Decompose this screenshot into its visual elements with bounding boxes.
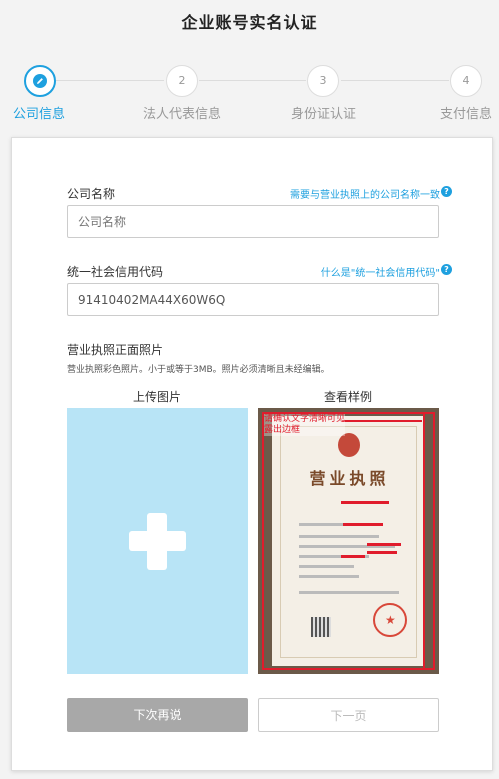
license-section-title: 营业执照正面照片 (67, 343, 164, 357)
next-page-button[interactable]: 下一页 (258, 698, 439, 732)
pencil-icon (33, 74, 47, 88)
step-3-circle[interactable]: 3 (307, 65, 339, 97)
step-connector (199, 80, 306, 81)
progress-stepper: 2 3 4 公司信息 法人代表信息 身份证认证 支付信息 (0, 63, 499, 123)
step-1-circle[interactable] (24, 65, 56, 97)
page-title: 企业账号实名认证 (181, 13, 318, 32)
credit-code-label: 统一社会信用代码 (67, 265, 164, 279)
step-2-circle[interactable]: 2 (166, 65, 198, 97)
arrow-icon (342, 420, 422, 422)
company-name-input[interactable] (67, 205, 439, 238)
company-name-label: 公司名称 (67, 187, 116, 201)
step-4-circle[interactable]: 4 (450, 65, 482, 97)
credit-code-input[interactable] (67, 283, 439, 316)
step-connector (56, 80, 164, 81)
step-1-label[interactable]: 公司信息 (13, 103, 65, 122)
sample-note: 请确认文字清晰可见 露出边框 (264, 414, 346, 436)
company-name-help-link[interactable]: 需要与营业执照上的公司名称一致 (290, 186, 440, 201)
step-2-label[interactable]: 法人代表信息 (143, 103, 221, 122)
step-connector (341, 80, 449, 81)
step-4-label[interactable]: 支付信息 (440, 103, 492, 122)
plus-icon (129, 531, 186, 551)
license-upload-area[interactable] (67, 408, 248, 674)
question-icon[interactable]: ? (441, 264, 452, 275)
sample-license-image[interactable]: 营业执照 ★ 请确认文字清晰可见 露出边框 (258, 408, 439, 674)
company-info-card: 公司名称 需要与营业执照上的公司名称一致 ? 统一社会信用代码 什么是"统一社会… (11, 137, 493, 771)
upload-column-title: 上传图片 (132, 390, 181, 404)
step-3-label[interactable]: 身份证认证 (291, 103, 356, 122)
question-icon[interactable]: ? (441, 186, 452, 197)
sample-column-title[interactable]: 查看样例 (258, 388, 438, 405)
credit-code-help-link[interactable]: 什么是"统一社会信用代码" (321, 264, 440, 279)
license-section-desc: 营业执照彩色照片。小于或等于3MB。照片必须清晰且未经编辑。 (67, 365, 330, 375)
later-button[interactable]: 下次再说 (67, 698, 248, 732)
edge-highlight (423, 412, 435, 670)
highlight-frame (262, 412, 435, 670)
